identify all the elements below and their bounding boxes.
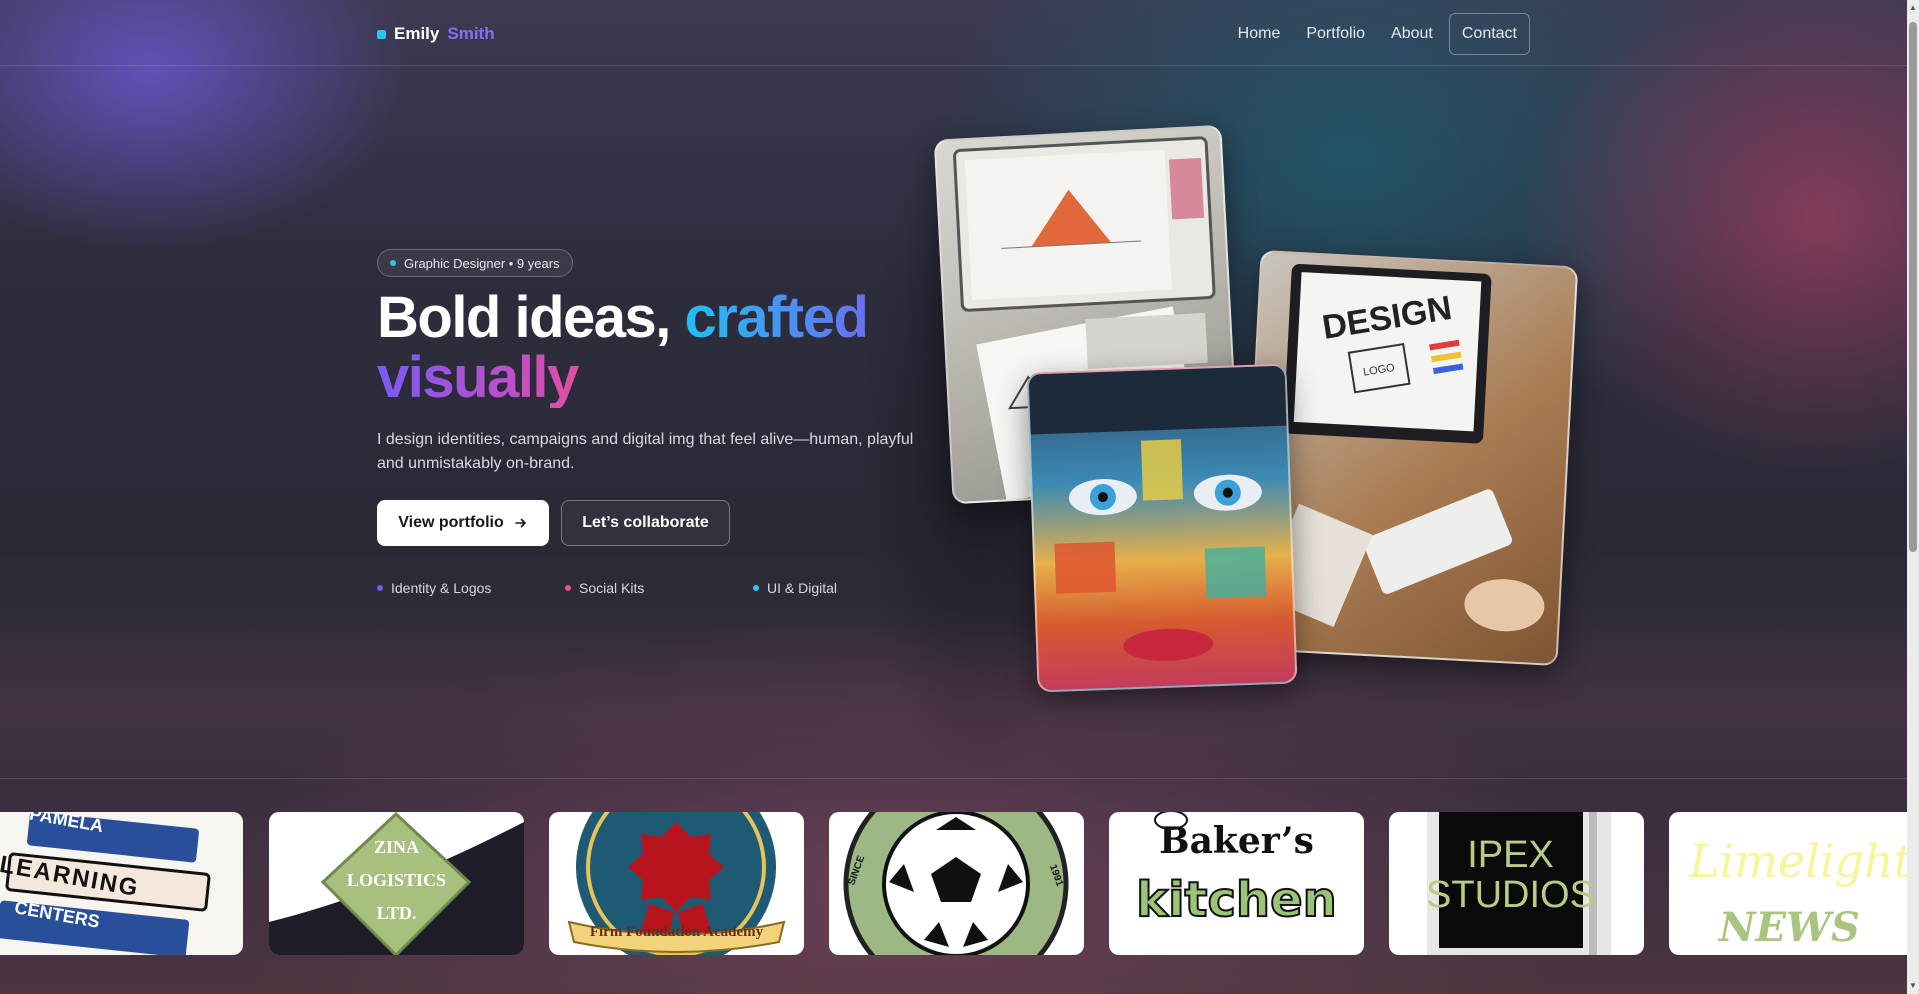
logo-bakers-text: Baker’s	[1159, 820, 1314, 862]
badge-dot-icon	[390, 260, 396, 266]
collage-face-illustration	[1028, 365, 1291, 661]
hero-headline: Bold ideas, crafted visually	[377, 285, 869, 408]
nav-about[interactable]: About	[1381, 14, 1443, 54]
hero-image-collage-face	[1026, 363, 1298, 693]
headline-line-1: Bold ideas, crafted	[377, 285, 869, 350]
nav-home[interactable]: Home	[1228, 14, 1291, 54]
scroll-down-arrow-icon[interactable]: ▼	[1909, 982, 1917, 990]
tag-dot-icon	[565, 585, 571, 591]
logo-ltd-text: LTD.	[376, 903, 417, 923]
logo-limelight-text: Limelight	[1689, 834, 1907, 888]
role-badge: Graphic Designer • 9 years	[377, 249, 573, 277]
brand-square-icon	[377, 29, 386, 39]
logo-card-limelight-news[interactable]: Limelight NEWS	[1669, 812, 1907, 955]
brand-last-name: Smith	[447, 24, 495, 43]
top-navigation-bar: Emily Smith Home Portfolio About Contact	[0, 0, 1907, 66]
logo-kitchen-text: kitchen	[1135, 871, 1338, 929]
view-portfolio-button[interactable]: View portfolio	[377, 500, 549, 546]
view-portfolio-label: View portfolio	[398, 514, 504, 531]
logo-news-text: NEWS	[1719, 904, 1860, 951]
nav-contact-button[interactable]: Contact	[1448, 13, 1530, 55]
logo-card-bakers-kitchen[interactable]: Baker’s kitchen	[1109, 812, 1364, 955]
arrow-right-icon	[514, 518, 526, 528]
logo-logistics-text: LOGISTICS	[346, 870, 447, 890]
logo-card-ipex-studios[interactable]: IPEX STUDIOS	[1389, 812, 1644, 955]
brand-logo[interactable]: Emily Smith	[377, 24, 495, 44]
main-nav: Home Portfolio About Contact	[1228, 13, 1530, 55]
tag-label: Identity & Logos	[391, 580, 492, 596]
logo-ipex-text: IPEX	[1467, 834, 1554, 876]
logo-card-pamela-learning[interactable]: PAMELA LEARNING CENTERS	[0, 812, 243, 955]
tag-social-kits: Social Kits	[565, 580, 753, 596]
scroll-up-arrow-icon[interactable]: ▲	[1909, 4, 1917, 12]
scrollbar-thumb[interactable]	[1909, 22, 1917, 552]
tag-ui-digital: UI & Digital	[753, 580, 941, 596]
logo-zina-text: ZINA	[373, 837, 419, 857]
tag-dot-icon	[753, 585, 759, 591]
logo-card-football-club[interactable]: SINCE 1991	[829, 812, 1084, 955]
tag-label: Social Kits	[579, 580, 645, 596]
lets-collaborate-button[interactable]: Let’s collaborate	[561, 500, 730, 546]
headline-visually: visually	[377, 348, 607, 408]
tag-dot-icon	[377, 585, 383, 591]
headline-bold-ideas: Bold ideas,	[377, 285, 685, 350]
hero-intro-text: I design identities, campaigns and digit…	[377, 431, 914, 472]
logo-studios-text: STUDIOS	[1426, 874, 1595, 916]
role-badge-label: Graphic Designer • 9 years	[404, 255, 560, 271]
logo-card-zina-logistics[interactable]: ZINA LOGISTICS LTD.	[269, 812, 524, 955]
logo-firm-foundation-text: Firm Foundation Academy	[589, 924, 764, 940]
service-tags: Identity & Logos Social Kits UI & Digita…	[377, 580, 941, 596]
page-scrollbar[interactable]: ▲ ▼	[1907, 0, 1919, 994]
tag-label: UI & Digital	[767, 580, 838, 596]
logo-card-firm-foundation[interactable]: Firm Foundation Academy	[549, 812, 804, 955]
nav-portfolio[interactable]: Portfolio	[1296, 14, 1375, 54]
tag-identity-logos: Identity & Logos	[377, 580, 565, 596]
brand-first-name: Emily	[394, 24, 440, 43]
headline-crafted: crafted	[684, 285, 869, 350]
soccer-ball-icon	[843, 812, 1069, 955]
